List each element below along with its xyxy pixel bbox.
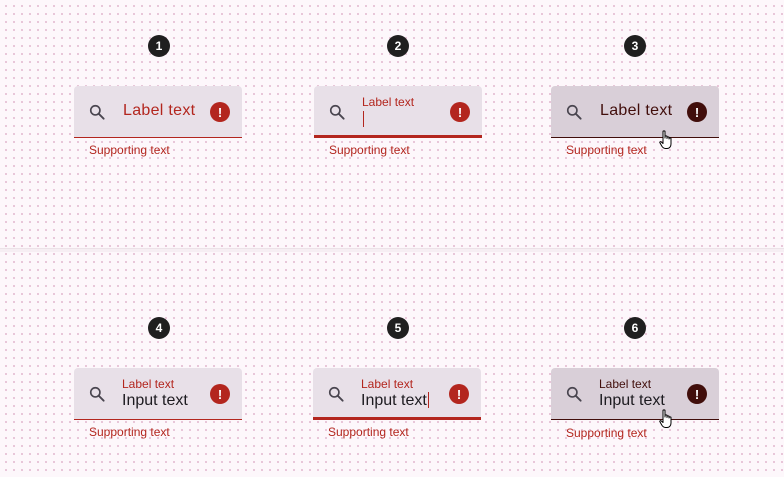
- supporting-text: Supporting text: [329, 143, 410, 157]
- text-field-focused-filled[interactable]: Label text Input text !: [313, 368, 481, 420]
- search-icon: [566, 386, 582, 402]
- state-badge-4: 4: [148, 317, 170, 339]
- text-field-enabled-filled[interactable]: Label text Input text !: [74, 368, 242, 420]
- section-divider: [0, 248, 784, 252]
- error-icon: !: [210, 384, 230, 404]
- error-icon: !: [449, 384, 469, 404]
- search-icon: [328, 386, 344, 402]
- input-value-wrap: Input text: [361, 392, 429, 410]
- search-icon: [566, 104, 582, 120]
- search-icon: [329, 104, 345, 120]
- text-field-enabled-empty[interactable]: Label text !: [74, 86, 242, 138]
- text-field-hovered-filled[interactable]: Label text Input text !: [551, 368, 719, 420]
- input-value: Input text: [361, 392, 427, 409]
- state-badge-2: 2: [387, 35, 409, 57]
- supporting-text: Supporting text: [328, 425, 409, 439]
- state-badge-6: 6: [624, 317, 646, 339]
- error-icon: !: [210, 102, 230, 122]
- text-field-hovered-empty[interactable]: Label text !: [551, 86, 719, 138]
- error-icon: !: [687, 102, 707, 122]
- text-caret: [427, 392, 429, 408]
- text-caret: [363, 111, 364, 127]
- search-icon: [89, 386, 105, 402]
- search-icon: [89, 104, 105, 120]
- field-label: Label text: [361, 377, 414, 391]
- field-label: Label text: [600, 102, 673, 119]
- error-icon: !: [687, 384, 707, 404]
- input-value: Input text: [599, 392, 665, 409]
- state-badge-5: 5: [387, 317, 409, 339]
- supporting-text: Supporting text: [566, 143, 647, 157]
- state-badge-3: 3: [624, 35, 646, 57]
- supporting-text: Supporting text: [89, 425, 170, 439]
- field-label: Label text: [599, 377, 652, 391]
- field-label: Label text: [123, 102, 196, 119]
- error-icon: !: [450, 102, 470, 122]
- field-label: Label text: [362, 95, 415, 109]
- input-value: Input text: [122, 392, 188, 409]
- supporting-text: Supporting text: [89, 143, 170, 157]
- text-field-focused-empty[interactable]: Label text !: [314, 86, 482, 138]
- hand-pointer-icon: [659, 130, 672, 149]
- supporting-text: Supporting text: [566, 426, 647, 440]
- hand-pointer-icon: [659, 409, 672, 428]
- state-badge-1: 1: [148, 35, 170, 57]
- field-label: Label text: [122, 377, 175, 391]
